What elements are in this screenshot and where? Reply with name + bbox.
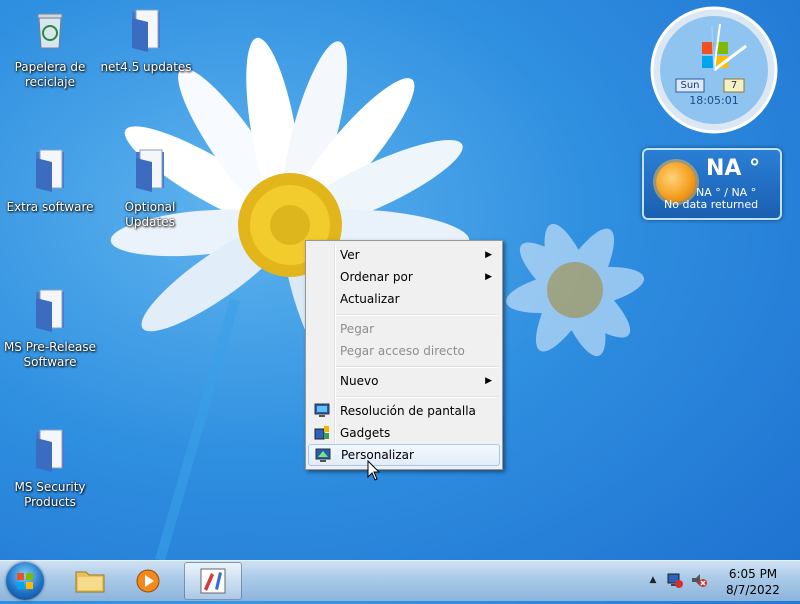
display-icon (314, 403, 330, 417)
system-date: 8/7/2022 (726, 583, 780, 597)
recycle-bin-icon (37, 13, 63, 49)
menu-item-label: Actualizar (340, 292, 400, 306)
folder-icon (36, 429, 64, 472)
mouse-cursor-icon (367, 460, 381, 481)
personalize-icon (315, 448, 331, 462)
system-time: 6:05 PM (728, 567, 778, 581)
desktop-icon-label: net4.5 updates (100, 60, 192, 74)
menu-item-personalizar[interactable]: Personalizar (308, 444, 500, 466)
menu-item-label: Ordenar por (340, 270, 413, 284)
sun-icon (656, 162, 696, 202)
windows-logo-icon (17, 573, 33, 589)
menu-item-label: Ver (340, 248, 360, 262)
menu-item-actualizar[interactable]: Actualizar (308, 288, 500, 310)
desktop-icon-ms-security[interactable]: MS Security Products (2, 428, 98, 510)
menu-item-ver[interactable]: Ver ▶ (308, 244, 500, 266)
desktop-icon-extra-software[interactable]: Extra software (2, 148, 98, 215)
clock-date: 7 (730, 80, 738, 91)
weather-temperature: NA ° (706, 156, 761, 181)
file-explorer-icon (75, 571, 105, 593)
start-button[interactable] (6, 562, 44, 600)
menu-separator (336, 396, 498, 398)
desktop-context-menu: Ver ▶ Ordenar por ▶ Actualizar Pegar Peg… (305, 240, 503, 470)
show-hidden-icons[interactable]: ▲ (644, 571, 662, 589)
menu-item-nuevo[interactable]: Nuevo ▶ (308, 370, 500, 392)
folder-icon (36, 289, 64, 332)
menu-item-label: Pegar acceso directo (340, 344, 465, 358)
submenu-arrow-icon: ▶ (485, 250, 492, 260)
weather-message: No data returned (664, 198, 759, 211)
taskbar-file-explorer[interactable] (62, 562, 118, 598)
menu-item-resolucion-de-pantalla[interactable]: Resolución de pantalla (308, 400, 500, 422)
submenu-arrow-icon: ▶ (485, 272, 492, 282)
network-icon[interactable] (666, 571, 684, 589)
menu-item-label: Nuevo (340, 374, 379, 388)
taskbar-media-player[interactable] (120, 562, 176, 598)
menu-separator (336, 366, 498, 368)
desktop-icon-label: Optional Updates (124, 200, 176, 229)
clock-day: Sun (680, 80, 700, 91)
menu-item-ordenar-por[interactable]: Ordenar por ▶ (308, 266, 500, 288)
menu-item-pegar[interactable]: Pegar (308, 318, 500, 340)
desktop-icon-label: Extra software (6, 200, 94, 214)
system-clock[interactable]: 6:05 PM 8/7/2022 (718, 566, 788, 598)
desktop-icon-label: Papelera de reciclaje (14, 60, 86, 89)
menu-item-gadgets[interactable]: Gadgets (308, 422, 500, 444)
desktop-icon-net45-updates[interactable]: net4.5 updates (98, 8, 194, 75)
clock-gadget[interactable]: Sun 7 18:05:01 (650, 6, 778, 134)
menu-separator (336, 314, 498, 316)
gadgets-icon (314, 426, 329, 440)
desktop-icon-ms-pre-release[interactable]: MS Pre-Release Software (2, 288, 98, 370)
paint-app-icon (200, 568, 226, 594)
desktop-icon-label: MS Pre-Release Software (3, 340, 97, 369)
volume-muted-icon[interactable] (690, 571, 708, 589)
desktop-icon-label: MS Security Products (14, 480, 86, 509)
weather-gadget[interactable]: NA ° NA ° / NA ° No data returned (642, 148, 782, 220)
media-player-icon (136, 569, 160, 593)
menu-item-label: Resolución de pantalla (340, 404, 476, 418)
menu-item-pegar-acceso-directo[interactable]: Pegar acceso directo (308, 340, 500, 362)
folder-icon (136, 149, 164, 192)
clock-digital-time: 18:05:01 (689, 94, 739, 107)
clock-face (650, 6, 778, 134)
folder-icon (132, 9, 160, 52)
taskbar-paint-app[interactable] (184, 562, 242, 600)
menu-item-label: Gadgets (340, 426, 391, 440)
folder-icon (36, 149, 64, 192)
submenu-arrow-icon: ▶ (485, 376, 492, 386)
desktop-icon-recycle-bin[interactable]: Papelera de reciclaje (2, 8, 98, 90)
menu-item-label: Pegar (340, 322, 375, 336)
desktop-icon-optional-updates[interactable]: Optional Updates (102, 148, 198, 230)
